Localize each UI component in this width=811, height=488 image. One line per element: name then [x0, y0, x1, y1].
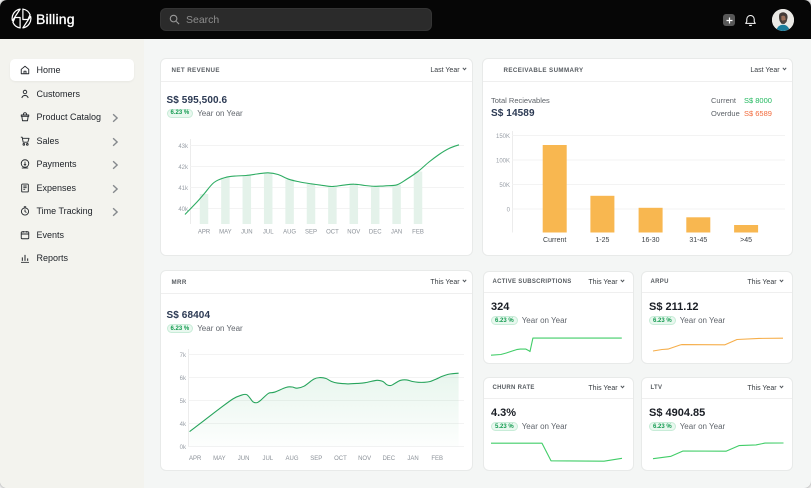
svg-text:MAY: MAY [213, 456, 226, 462]
svg-text:SEP: SEP [305, 230, 317, 236]
svg-text:JUN: JUN [241, 230, 253, 236]
svg-text:JUL: JUL [262, 456, 273, 462]
svg-text:AUG: AUG [283, 230, 296, 236]
svg-text:0k: 0k [180, 445, 187, 451]
svg-text:JUN: JUN [238, 456, 250, 462]
svg-text:43k: 43k [178, 144, 189, 150]
svg-text:APR: APR [189, 456, 202, 462]
svg-text:OCT: OCT [334, 456, 347, 462]
svg-text:5k: 5k [180, 399, 187, 405]
svg-text:1-25: 1-25 [595, 237, 609, 244]
svg-text:50K: 50K [499, 183, 510, 189]
svg-text:SEP: SEP [310, 456, 322, 462]
svg-text:JAN: JAN [391, 230, 402, 236]
svg-text:NOV: NOV [358, 456, 371, 462]
svg-text:MAY: MAY [219, 230, 232, 236]
svg-text:41k: 41k [178, 186, 189, 192]
svg-text:4k: 4k [180, 422, 187, 428]
svg-text:100K: 100K [496, 159, 510, 165]
svg-text:FEB: FEB [431, 456, 443, 462]
svg-text:OCT: OCT [326, 230, 339, 236]
svg-text:16-30: 16-30 [642, 237, 660, 244]
svg-text:AUG: AUG [285, 456, 298, 462]
svg-text:JAN: JAN [407, 456, 418, 462]
svg-text:Current: Current [543, 237, 566, 244]
svg-text:APR: APR [198, 230, 211, 236]
svg-text:FEB: FEB [412, 230, 424, 236]
svg-text:0: 0 [507, 208, 511, 214]
svg-text:6k: 6k [180, 376, 187, 382]
svg-text:NOV: NOV [347, 230, 360, 236]
svg-text:JUL: JUL [263, 230, 274, 236]
svg-text:>45: >45 [740, 237, 752, 244]
svg-text:42k: 42k [178, 165, 189, 171]
svg-text:31-45: 31-45 [689, 237, 707, 244]
svg-text:DEC: DEC [382, 456, 395, 462]
svg-text:DEC: DEC [369, 230, 382, 236]
svg-text:150K: 150K [496, 134, 510, 140]
svg-text:7k: 7k [180, 353, 187, 359]
